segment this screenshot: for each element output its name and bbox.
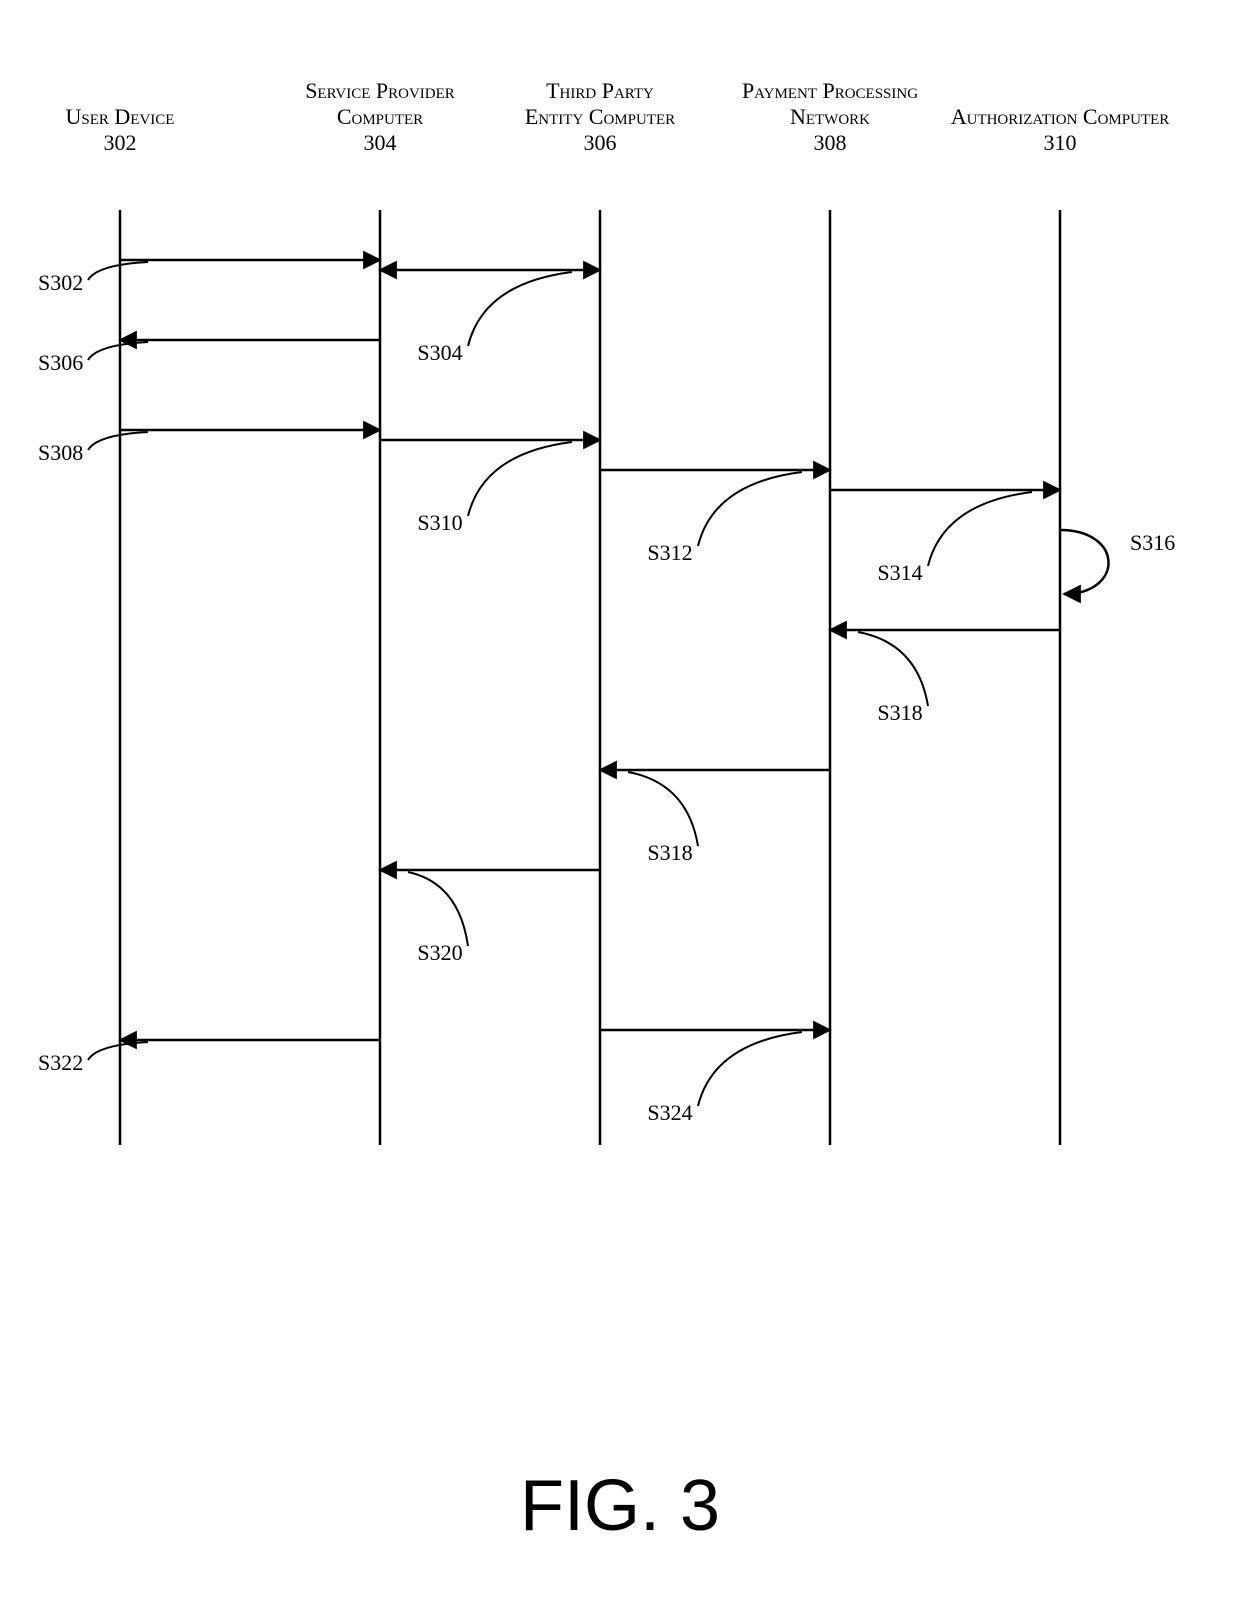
self-arrow-S316 — [1060, 530, 1109, 594]
leader-S306 — [88, 342, 148, 360]
step-label-S306: S306 — [38, 350, 83, 375]
leader-S320 — [408, 872, 468, 946]
leader-S310 — [468, 442, 572, 516]
lane-title-auth: Authorization Computer — [951, 104, 1170, 129]
leader-S304 — [468, 272, 572, 346]
step-label-S312: S312 — [647, 540, 692, 565]
lane-number-auth: 310 — [1044, 130, 1077, 155]
lane-title-sp: Service Provider — [305, 78, 455, 103]
lane-title-sp: Computer — [337, 104, 423, 129]
step-label-S316: S316 — [1130, 530, 1175, 555]
lane-title-tp: Entity Computer — [525, 104, 675, 129]
lane-title-ppn: Payment Processing — [742, 78, 918, 103]
leader-S302 — [88, 262, 148, 280]
step-label-S320: S320 — [417, 940, 462, 965]
leader-S312 — [698, 472, 802, 546]
lane-number-tp: 306 — [584, 130, 617, 155]
lane-number-ppn: 308 — [814, 130, 847, 155]
lane-number-sp: 304 — [364, 130, 397, 155]
step-label-S318a: S318 — [877, 700, 922, 725]
sequence-diagram: User Device302Service ProviderComputer30… — [0, 0, 1240, 1616]
lane-title-user: User Device — [66, 104, 175, 129]
leader-S318b — [628, 772, 698, 846]
step-label-S304: S304 — [417, 340, 462, 365]
lane-title-tp: Third Party — [546, 78, 654, 103]
figure-label: FIG. 3 — [520, 1466, 720, 1546]
leader-S314 — [928, 492, 1032, 566]
leader-S322 — [88, 1042, 148, 1060]
leader-S318a — [858, 632, 928, 706]
step-label-S324: S324 — [647, 1100, 692, 1125]
step-label-S322: S322 — [38, 1050, 83, 1075]
leader-S308 — [88, 432, 148, 450]
step-label-S318b: S318 — [647, 840, 692, 865]
leader-S324 — [698, 1032, 802, 1106]
step-label-S314: S314 — [877, 560, 922, 585]
lane-number-user: 302 — [104, 130, 137, 155]
step-label-S310: S310 — [417, 510, 462, 535]
lane-title-ppn: Network — [790, 104, 870, 129]
step-label-S302: S302 — [38, 270, 83, 295]
step-label-S308: S308 — [38, 440, 83, 465]
